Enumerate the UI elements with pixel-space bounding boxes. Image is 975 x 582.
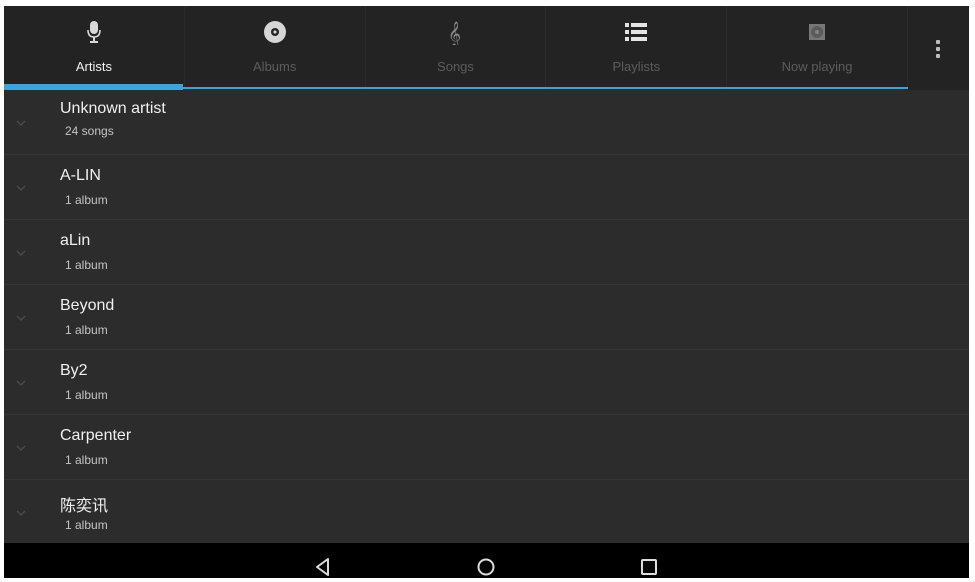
tabs: Artists Albums 𝄞 Songs Playlists Now pla… (4, 6, 908, 90)
tab-songs[interactable]: 𝄞 Songs (366, 6, 547, 90)
artist-name: 陈奕讯 (60, 498, 109, 515)
chevron-down-icon (16, 185, 26, 191)
tab-artists[interactable]: Artists (4, 6, 185, 90)
tab-label: Songs (437, 59, 474, 74)
list-item[interactable]: 陈奕讯 1 album (4, 480, 969, 543)
artist-name: By2 (60, 362, 88, 379)
list-item[interactable]: aLin 1 album (4, 220, 969, 285)
artist-count: 1 album (65, 518, 108, 532)
tab-albums[interactable]: Albums (185, 6, 366, 90)
tab-label: Playlists (612, 59, 661, 74)
artist-list: Unknown artist 24 songs A-LIN 1 album aL… (4, 90, 969, 543)
more-vert-icon[interactable] (926, 34, 950, 64)
microphone-icon (81, 19, 107, 45)
artist-name: A-LIN (60, 167, 101, 184)
list-item[interactable]: Unknown artist 24 songs (4, 90, 969, 155)
artist-name: Unknown artist (60, 100, 166, 117)
chevron-down-icon (16, 120, 26, 126)
tab-label: Albums (253, 59, 297, 74)
artist-count: 1 album (65, 258, 108, 272)
back-icon[interactable] (312, 556, 334, 578)
artist-name: Beyond (60, 297, 115, 314)
chevron-down-icon (16, 315, 26, 321)
chevron-down-icon (16, 510, 26, 516)
artist-count: 1 album (65, 323, 108, 337)
tab-playlists[interactable]: Playlists (546, 6, 728, 90)
list-item[interactable]: A-LIN 1 album (4, 155, 969, 220)
chevron-down-icon (16, 250, 26, 256)
artist-name: Carpenter (60, 427, 132, 444)
list-item[interactable]: Beyond 1 album (4, 285, 969, 350)
disc-icon (262, 19, 288, 45)
tab-now-playing[interactable]: Now playing (727, 6, 908, 90)
artist-count: 1 album (65, 193, 108, 207)
list-icon (623, 19, 649, 45)
treble-clef-icon: 𝄞 (442, 19, 468, 45)
music-app-window: Artists Albums 𝄞 Songs Playlists Now pla… (4, 6, 969, 578)
system-nav-bar (4, 543, 969, 578)
svg-text:𝄞: 𝄞 (448, 21, 461, 45)
tab-label: Artists (75, 59, 112, 74)
list-item[interactable]: Carpenter 1 album (4, 415, 969, 480)
chevron-down-icon (16, 380, 26, 386)
artist-name: aLin (60, 232, 91, 249)
tab-bar: Artists Albums 𝄞 Songs Playlists Now pla… (4, 6, 969, 90)
tab-label: Now playing (781, 59, 853, 74)
artist-count: 1 album (65, 388, 108, 402)
recents-icon[interactable] (638, 556, 660, 578)
chevron-down-icon (16, 445, 26, 451)
artist-count: 24 songs (65, 124, 114, 138)
list-item[interactable]: By2 1 album (4, 350, 969, 415)
home-icon[interactable] (475, 556, 497, 578)
artist-count: 1 album (65, 453, 108, 467)
now-playing-icon (804, 19, 830, 45)
